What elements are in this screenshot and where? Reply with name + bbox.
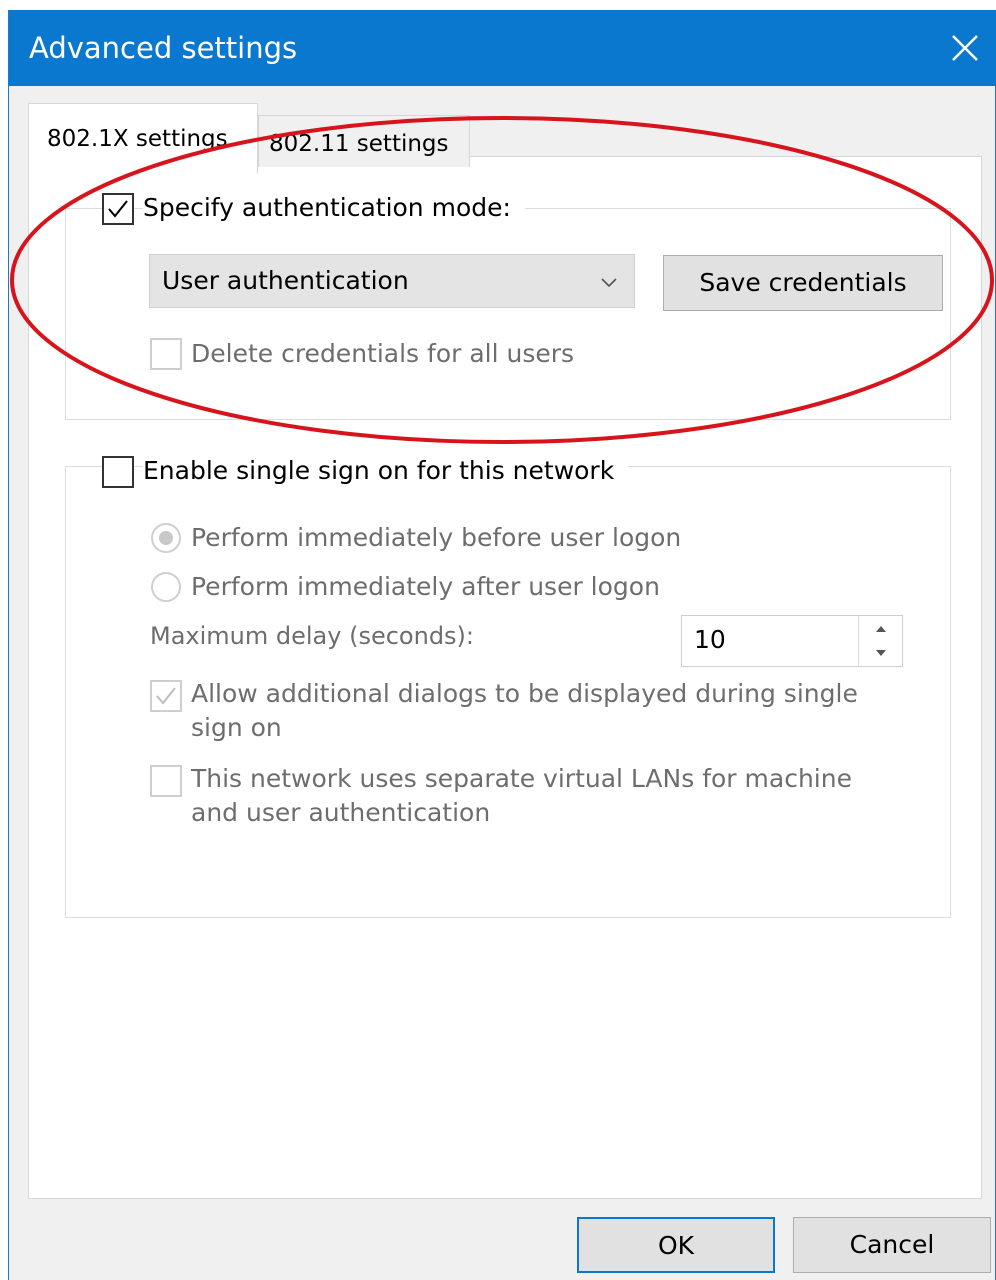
tab-8021x-settings[interactable]: 802.1X settings [28,103,258,173]
spin-up-icon[interactable] [859,616,903,641]
allow-dialogs-label-line1: Allow additional dialogs to be displayed… [191,678,858,710]
tab-80211-settings[interactable]: 802.11 settings [258,115,470,167]
cancel-button[interactable]: Cancel [793,1217,991,1273]
auth-mode-groupbox [65,208,951,420]
max-delay-value: 10 [694,625,726,654]
enable-sso-checkbox[interactable] [102,456,134,488]
auth-mode-select[interactable]: User authentication [149,254,635,308]
delete-credentials-label: Delete credentials for all users [191,338,575,370]
dialog-title: Advanced settings [29,31,298,65]
delete-credentials-checkbox[interactable] [150,338,182,370]
max-delay-spinbox[interactable]: 10 [681,615,903,667]
allow-dialogs-checkbox[interactable] [150,680,182,712]
separate-vlans-checkbox[interactable] [150,765,182,797]
spin-down-icon[interactable] [859,641,903,666]
separate-vlans-label-line1: This network uses separate virtual LANs … [191,763,852,795]
title-bar: Advanced settings [9,10,996,86]
perform-before-logon-radio[interactable] [151,523,181,553]
radio-selected-dot [159,531,173,545]
save-credentials-button[interactable]: Save credentials [663,255,943,311]
separate-vlans-label-line2: and user authentication [191,797,491,829]
perform-after-logon-radio[interactable] [151,572,181,602]
specify-auth-mode-label: Specify authentication mode: [143,192,525,224]
close-icon[interactable] [945,28,985,68]
checkmark-icon [108,200,128,218]
max-delay-label: Maximum delay (seconds): [150,620,474,652]
perform-after-logon-label: Perform immediately after user logon [191,571,660,603]
chevron-down-icon [601,278,617,288]
spin-buttons [858,616,903,666]
specify-auth-mode-checkbox[interactable] [102,193,134,225]
allow-dialogs-label-line2: sign on [191,712,282,744]
advanced-settings-dialog: Advanced settings 802.1X settings 802.11… [8,10,996,1280]
auth-mode-select-value: User authentication [162,266,409,295]
perform-before-logon-label: Perform immediately before user logon [191,522,682,554]
enable-sso-label: Enable single sign on for this network [143,455,629,487]
checkmark-icon [156,687,176,705]
ok-button[interactable]: OK [577,1217,775,1273]
